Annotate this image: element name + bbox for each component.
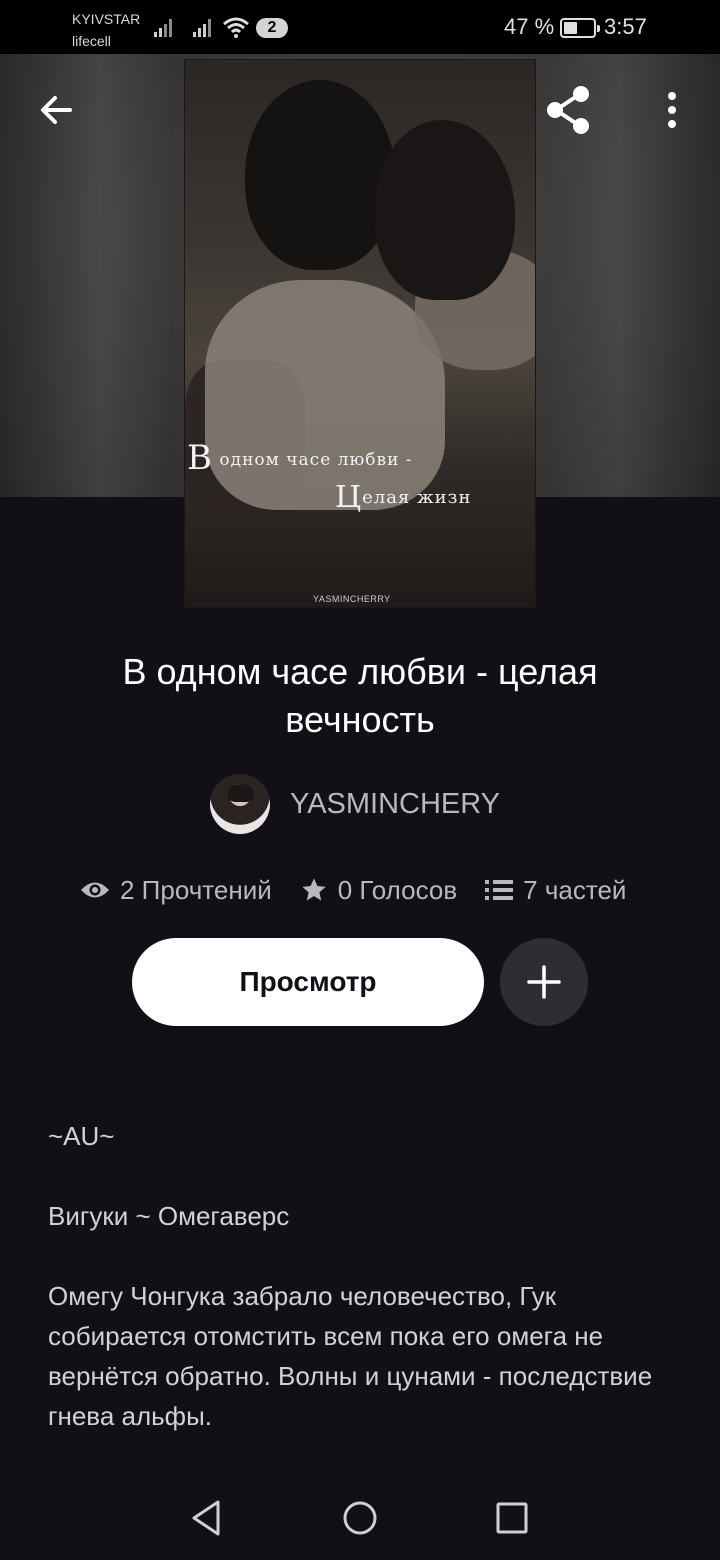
signal-icon bbox=[193, 19, 211, 37]
wifi-icon bbox=[223, 17, 249, 38]
star-icon bbox=[302, 878, 326, 901]
share-icon bbox=[547, 86, 589, 134]
story-stats: 2 Прочтений 0 Голосов 7 частей bbox=[80, 868, 626, 912]
share-button[interactable] bbox=[538, 80, 598, 140]
reads-count: 2 Прочтений bbox=[120, 874, 272, 905]
nav-back-button[interactable] bbox=[176, 1490, 236, 1546]
story-description: ~AU~ Вигуки ~ Омегаверс Омегу Чонгука за… bbox=[48, 1116, 668, 1476]
more-options-button[interactable] bbox=[650, 82, 694, 138]
story-cover-image: В одном часе любви - Целая жизн YASMINCH… bbox=[184, 59, 536, 608]
carrier-name-2: lifecell bbox=[72, 33, 111, 49]
reads-stat: 2 Прочтений bbox=[80, 875, 272, 906]
cover-title-line-1: В одном часе любви - bbox=[187, 438, 413, 478]
square-recents-icon bbox=[496, 1502, 528, 1534]
read-button[interactable]: Просмотр bbox=[132, 938, 484, 1026]
plus-icon bbox=[527, 965, 561, 999]
battery-icon bbox=[560, 18, 600, 38]
more-vertical-icon bbox=[668, 92, 676, 128]
circle-home-icon bbox=[343, 1501, 377, 1535]
signal-icon bbox=[154, 19, 172, 37]
author-name: YASMINCHERY bbox=[290, 787, 501, 820]
status-bar: KYIVSTAR lifecell 2 47 % 3:57 bbox=[0, 0, 720, 54]
list-icon bbox=[485, 880, 514, 900]
add-to-library-button[interactable] bbox=[500, 938, 588, 1026]
sim-count-badge: 2 bbox=[256, 18, 288, 38]
eye-icon bbox=[81, 882, 109, 898]
system-nav-bar bbox=[0, 1470, 720, 1560]
author-link[interactable]: YASMINCHERY bbox=[210, 774, 500, 834]
back-button[interactable] bbox=[28, 82, 84, 138]
arrow-left-icon bbox=[41, 96, 72, 124]
author-avatar bbox=[210, 774, 270, 834]
triangle-back-icon bbox=[192, 1500, 220, 1536]
description-paragraph: ~AU~ bbox=[48, 1121, 115, 1151]
parts-stat: 7 частей bbox=[485, 875, 626, 906]
clock: 3:57 bbox=[604, 14, 647, 39]
carrier-name-1: KYIVSTAR bbox=[72, 11, 141, 27]
battery-percent: 47 % bbox=[504, 14, 555, 39]
cover-title-line-2: Целая жизн bbox=[335, 480, 472, 515]
cover-credit: YASMINCHERRY bbox=[313, 594, 391, 604]
description-paragraph: Омегу Чонгука забрало человечество, Гук … bbox=[48, 1281, 653, 1431]
description-paragraph: Вигуки ~ Омегаверс bbox=[48, 1201, 290, 1231]
story-details-screen: KYIVSTAR lifecell 2 47 % 3:57 В одном ча… bbox=[0, 0, 720, 1560]
carrier-info: KYIVSTAR lifecell bbox=[72, 8, 140, 52]
story-title: В одном часе любви - целая вечность bbox=[122, 651, 598, 740]
nav-recents-button[interactable] bbox=[482, 1490, 542, 1546]
votes-stat: 0 Голосов bbox=[300, 875, 457, 906]
votes-count: 0 Голосов bbox=[337, 874, 458, 905]
nav-home-button[interactable] bbox=[330, 1490, 390, 1546]
parts-count: 7 частей bbox=[523, 874, 627, 905]
